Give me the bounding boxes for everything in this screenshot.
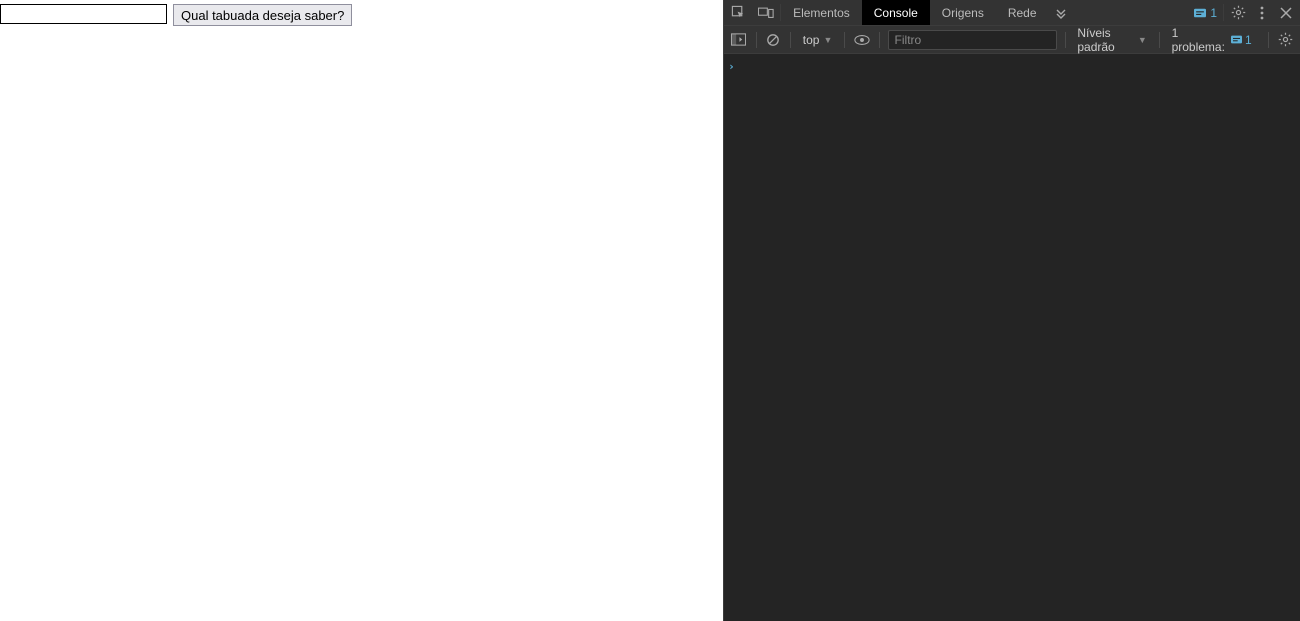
console-output[interactable]: › (724, 54, 1300, 621)
problems-count: 1 (1245, 33, 1252, 47)
tab-console[interactable]: Console (862, 0, 930, 25)
page-form: Qual tabuada deseja saber? (0, 0, 723, 26)
devtools-tabbar: Elementos Console Origens Rede 1 (724, 0, 1300, 26)
console-filter-input[interactable] (888, 30, 1057, 50)
divider (1065, 32, 1066, 48)
divider (790, 32, 791, 48)
problems-pill[interactable]: 1 problema: 1 (1168, 26, 1256, 54)
divider (1159, 32, 1160, 48)
divider (1268, 32, 1269, 48)
tabuada-input[interactable] (0, 4, 167, 24)
issues-count: 1 (1210, 6, 1217, 20)
problems-label: 1 problema: (1172, 26, 1225, 54)
prompt-caret-icon: › (728, 60, 735, 73)
close-devtools-icon[interactable] (1272, 0, 1300, 25)
device-toolbar-icon[interactable] (752, 0, 780, 25)
kebab-menu-icon[interactable] (1252, 0, 1272, 25)
clear-console-icon[interactable] (764, 29, 782, 51)
issues-pill[interactable]: 1 (1187, 0, 1223, 25)
console-settings-gear-icon[interactable] (1276, 29, 1294, 51)
console-prompt-input[interactable] (741, 58, 1296, 74)
execution-context-label: top (803, 33, 820, 47)
log-levels-label: Níveis padrão (1077, 26, 1134, 54)
tab-network[interactable]: Rede (996, 0, 1049, 25)
chevron-down-icon: ▼ (823, 35, 832, 45)
execution-context-dropdown[interactable]: top ▼ (799, 33, 837, 47)
devtools-panel: Elementos Console Origens Rede 1 (723, 0, 1300, 621)
divider (844, 32, 845, 48)
page-panel: Qual tabuada deseja saber? (0, 0, 723, 621)
divider (879, 32, 880, 48)
chevron-down-icon: ▼ (1138, 35, 1147, 45)
tab-sources[interactable]: Origens (930, 0, 996, 25)
console-sidebar-toggle-icon[interactable] (730, 29, 748, 51)
tab-elements[interactable]: Elementos (781, 0, 862, 25)
inspect-element-icon[interactable] (724, 0, 752, 25)
settings-gear-icon[interactable] (1224, 0, 1252, 25)
log-levels-dropdown[interactable]: Níveis padrão ▼ (1073, 26, 1150, 54)
divider (756, 32, 757, 48)
tabuada-button[interactable]: Qual tabuada deseja saber? (173, 4, 352, 26)
console-prompt-line: › (728, 57, 1296, 75)
live-expression-icon[interactable] (853, 29, 871, 51)
console-toolbar: top ▼ Níveis padrão ▼ 1 problema: (724, 26, 1300, 54)
more-tabs-icon[interactable] (1049, 0, 1073, 25)
